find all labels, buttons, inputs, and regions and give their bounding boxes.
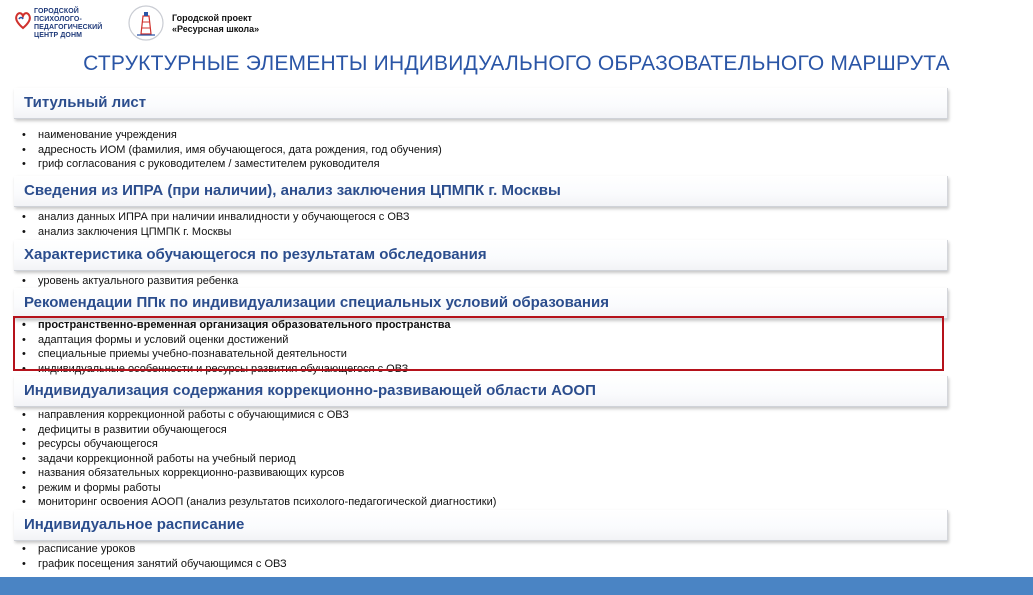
list-item: расписание уроков <box>22 542 287 557</box>
list-item: названия обязательных коррекционно-разви… <box>22 466 496 481</box>
section-characteristics-list: уровень актуального развития ребенка <box>22 274 238 289</box>
section-recommendations: Рекомендации ППк по индивидуализации спе… <box>14 288 948 319</box>
section-schedule: Индивидуальное расписание <box>14 510 948 541</box>
list-item: ресурсы обучающегося <box>22 437 496 452</box>
center-logo: ГОРОДСКОЙ ПСИХОЛОГО- ПЕДАГОГИЧЕСКИЙ ЦЕНТ… <box>14 6 124 44</box>
list-item: задачи коррекционной работы на учебный п… <box>22 452 496 467</box>
list-item: режим и формы работы <box>22 481 496 496</box>
section-correction: Индивидуализация содержания коррекционно… <box>14 376 948 407</box>
section-characteristics: Характеристика обучающегося по результат… <box>14 240 948 271</box>
center-name-line3: ПЕДАГОГИЧЕСКИЙ <box>34 24 103 31</box>
highlight-frame <box>13 316 944 371</box>
section-schedule-list: расписание уроков график посещения занят… <box>22 542 287 571</box>
center-name-line1: ГОРОДСКОЙ <box>34 8 79 15</box>
section-heading: Характеристика обучающегося по результат… <box>24 246 487 263</box>
section-title-page: Титульный лист <box>14 88 948 119</box>
list-item: наименование учреждения <box>22 128 442 143</box>
section-ipra-list: анализ данных ИПРА при наличии инвалидно… <box>22 210 410 239</box>
heart-logo-icon <box>15 12 31 30</box>
list-item: мониторинг освоения АООП (анализ результ… <box>22 495 496 510</box>
list-item: анализ заключения ЦПМПК г. Москвы <box>22 225 410 240</box>
section-title-page-list: наименование учреждения адресность ИОМ (… <box>22 128 442 172</box>
section-correction-list: направления коррекционной работы с обуча… <box>22 408 496 510</box>
resource-school-logo <box>127 4 165 42</box>
list-item: адресность ИОМ (фамилия, имя обучающегос… <box>22 143 442 158</box>
center-name-line2: ПСИХОЛОГО- <box>34 16 82 23</box>
list-item: направления коррекционной работы с обуча… <box>22 408 496 423</box>
section-heading: Индивидуализация содержания коррекционно… <box>24 382 596 399</box>
section-heading: Индивидуальное расписание <box>24 516 245 533</box>
section-heading: Титульный лист <box>24 94 147 111</box>
page-title: СТРУКТУРНЫЕ ЭЛЕМЕНТЫ ИНДИВИДУАЛЬНОГО ОБР… <box>83 52 950 75</box>
project-name: Городской проект «Ресурсная школа» <box>172 13 259 35</box>
list-item: дефициты в развитии обучающегося <box>22 423 496 438</box>
section-ipra: Сведения из ИПРА (при наличии), анализ з… <box>14 176 948 207</box>
section-heading: Сведения из ИПРА (при наличии), анализ з… <box>24 182 561 199</box>
center-name-line4: ЦЕНТР ДОНМ <box>34 32 83 39</box>
list-item: график посещения занятий обучающимся с О… <box>22 557 287 572</box>
section-heading: Рекомендации ППк по индивидуализации спе… <box>24 294 609 311</box>
lighthouse-icon <box>128 5 164 41</box>
list-item: анализ данных ИПРА при наличии инвалидно… <box>22 210 410 225</box>
project-line2: «Ресурсная школа» <box>172 24 260 34</box>
list-item: гриф согласования с руководителем / заме… <box>22 157 442 172</box>
project-line1: Городской проект <box>172 13 252 23</box>
bottom-bar <box>0 577 1033 595</box>
list-item: уровень актуального развития ребенка <box>22 274 238 289</box>
